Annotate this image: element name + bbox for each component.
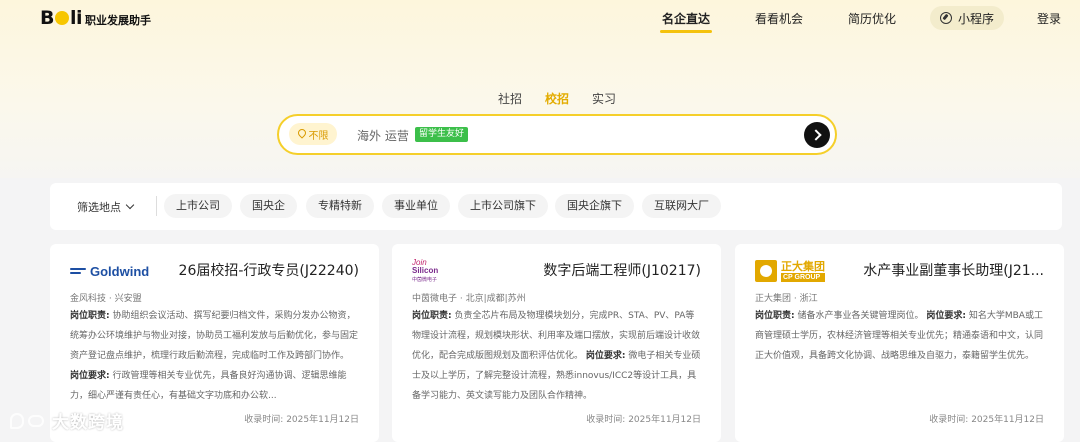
chevron-down-icon bbox=[125, 200, 135, 210]
company-logo-joinsilicon: Join Silicon 中茵微电子 bbox=[412, 258, 440, 284]
goldwind-mark-icon bbox=[70, 266, 86, 276]
filter-bar: 筛选地点 上市公司 国央企 专精特新 事业单位 上市公司旗下 国央企旗下 互联网… bbox=[50, 183, 1062, 230]
nav-resume-optimize[interactable]: 简历优化 bbox=[848, 10, 896, 27]
job-title[interactable]: 26届校招-行政专员(J22240) bbox=[179, 260, 359, 280]
search-submit-button[interactable] bbox=[804, 122, 830, 148]
search-box[interactable]: 不限 海外 运营 留学生友好 bbox=[277, 114, 837, 155]
location-pin-icon bbox=[298, 129, 306, 139]
requirement-label: 岗位要求: bbox=[926, 311, 966, 321]
requirement-label: 岗位要求: bbox=[585, 351, 626, 361]
filter-chip-soe[interactable]: 国央企 bbox=[240, 194, 297, 218]
logo-subtitle: 职业发展助手 bbox=[85, 14, 152, 27]
job-company-location: 正大集团 · 浙江 bbox=[755, 294, 818, 304]
search-tag-badge[interactable]: 留学生友好 bbox=[415, 127, 469, 142]
duty-label: 岗位职责: bbox=[412, 311, 452, 321]
requirement-label: 岗位要求: bbox=[70, 371, 110, 381]
filter-chip-listed[interactable]: 上市公司 bbox=[164, 194, 232, 218]
top-navigation: Bli 职业发展助手 名企直达 看看机会 简历优化 小程序 登录 bbox=[0, 0, 1080, 38]
duty-text: 储备水产事业各关键管理岗位。 bbox=[797, 311, 924, 321]
location-filter-label: 筛选地点 bbox=[77, 201, 121, 214]
tab-campus-recruit[interactable]: 校招 bbox=[545, 90, 569, 107]
job-description: 岗位职责: 负责全芯片布局及物理模块划分，完成PR、STA、PV、PA等物理设计… bbox=[412, 306, 702, 406]
nav-active-indicator bbox=[660, 30, 712, 33]
nav-opportunities[interactable]: 看看机会 bbox=[755, 10, 803, 27]
tab-social-recruit[interactable]: 社招 bbox=[498, 90, 522, 107]
watermark-text: 大数跨境 bbox=[52, 413, 124, 433]
job-company-location: 中茵微电子 · 北京|成都|苏州 bbox=[412, 294, 526, 304]
job-title[interactable]: 数字后端工程师(J10217) bbox=[543, 260, 701, 280]
login-link[interactable]: 登录 bbox=[1037, 10, 1061, 27]
job-company-location: 金风科技 · 兴安盟 bbox=[70, 294, 142, 304]
job-record-date: 收录时间: 2025年11月12日 bbox=[244, 415, 359, 425]
company-logo-cpgroup: 正大集团 CP GROUP bbox=[755, 258, 825, 284]
location-selector[interactable]: 不限 bbox=[289, 123, 337, 145]
logo-text: Goldwind bbox=[90, 263, 150, 279]
search-input[interactable]: 海外 运营 bbox=[357, 127, 409, 144]
mini-program-button[interactable]: 小程序 bbox=[930, 6, 1004, 30]
job-card[interactable]: 正大集团 CP GROUP 水产事业副董事长助理(J21... 正大集团 · 浙… bbox=[735, 244, 1064, 442]
filter-chip-public-institution[interactable]: 事业单位 bbox=[382, 194, 450, 218]
job-description: 岗位职责: 储备水产事业各关键管理岗位。 岗位要求: 知名大学MBA或工商管理硕… bbox=[755, 306, 1045, 406]
job-record-date: 收录时间: 2025年11月12日 bbox=[586, 415, 701, 425]
filter-chip-soe-subsidiary[interactable]: 国央企旗下 bbox=[555, 194, 634, 218]
cpgroup-mark-icon bbox=[755, 260, 777, 282]
cpgroup-wordmark: 正大集团 CP GROUP bbox=[781, 259, 825, 282]
location-filter-dropdown[interactable]: 筛选地点 bbox=[77, 199, 135, 215]
joinsilicon-mark-icon: Join Silicon 中茵微电子 bbox=[412, 258, 439, 283]
location-value: 不限 bbox=[308, 130, 329, 142]
filter-chip-internet-giant[interactable]: 互联网大厂 bbox=[642, 194, 721, 218]
filter-chip-specialized[interactable]: 专精特新 bbox=[306, 194, 374, 218]
logo[interactable]: Bli 职业发展助手 bbox=[40, 7, 151, 29]
tab-internship[interactable]: 实习 bbox=[592, 90, 616, 107]
job-title[interactable]: 水产事业副董事长助理(J21... bbox=[863, 260, 1044, 280]
duty-label: 岗位职责: bbox=[70, 311, 110, 321]
job-card[interactable]: Join Silicon 中茵微电子 数字后端工程师(J10217) 中茵微电子… bbox=[392, 244, 721, 442]
duty-text: 协助组织会议活动、撰写纪要归档文件，采购分发办公物资，统筹办公环境维护与物业对接… bbox=[70, 311, 359, 361]
mini-program-label: 小程序 bbox=[957, 11, 994, 26]
job-description: 岗位职责: 协助组织会议活动、撰写纪要归档文件，采购分发办公物资，统筹办公环境维… bbox=[70, 306, 360, 406]
compass-icon bbox=[939, 12, 952, 24]
duty-label: 岗位职责: bbox=[755, 311, 795, 321]
logo-brand: Bli bbox=[40, 7, 83, 29]
requirement-text: 行政管理等相关专业优先，具备良好沟通协调、逻辑思维能力，细心严谨有责任心，有基础… bbox=[70, 371, 347, 401]
nav-famous-companies[interactable]: 名企直达 bbox=[662, 10, 710, 27]
company-logo-goldwind: Goldwind bbox=[70, 258, 149, 284]
divider bbox=[156, 196, 157, 216]
watermark: 大数跨境 bbox=[8, 408, 124, 433]
job-record-date: 收录时间: 2025年11月12日 bbox=[929, 415, 1044, 425]
filter-chip-listed-subsidiary[interactable]: 上市公司旗下 bbox=[458, 194, 548, 218]
watermark-logo-icon bbox=[8, 409, 48, 433]
